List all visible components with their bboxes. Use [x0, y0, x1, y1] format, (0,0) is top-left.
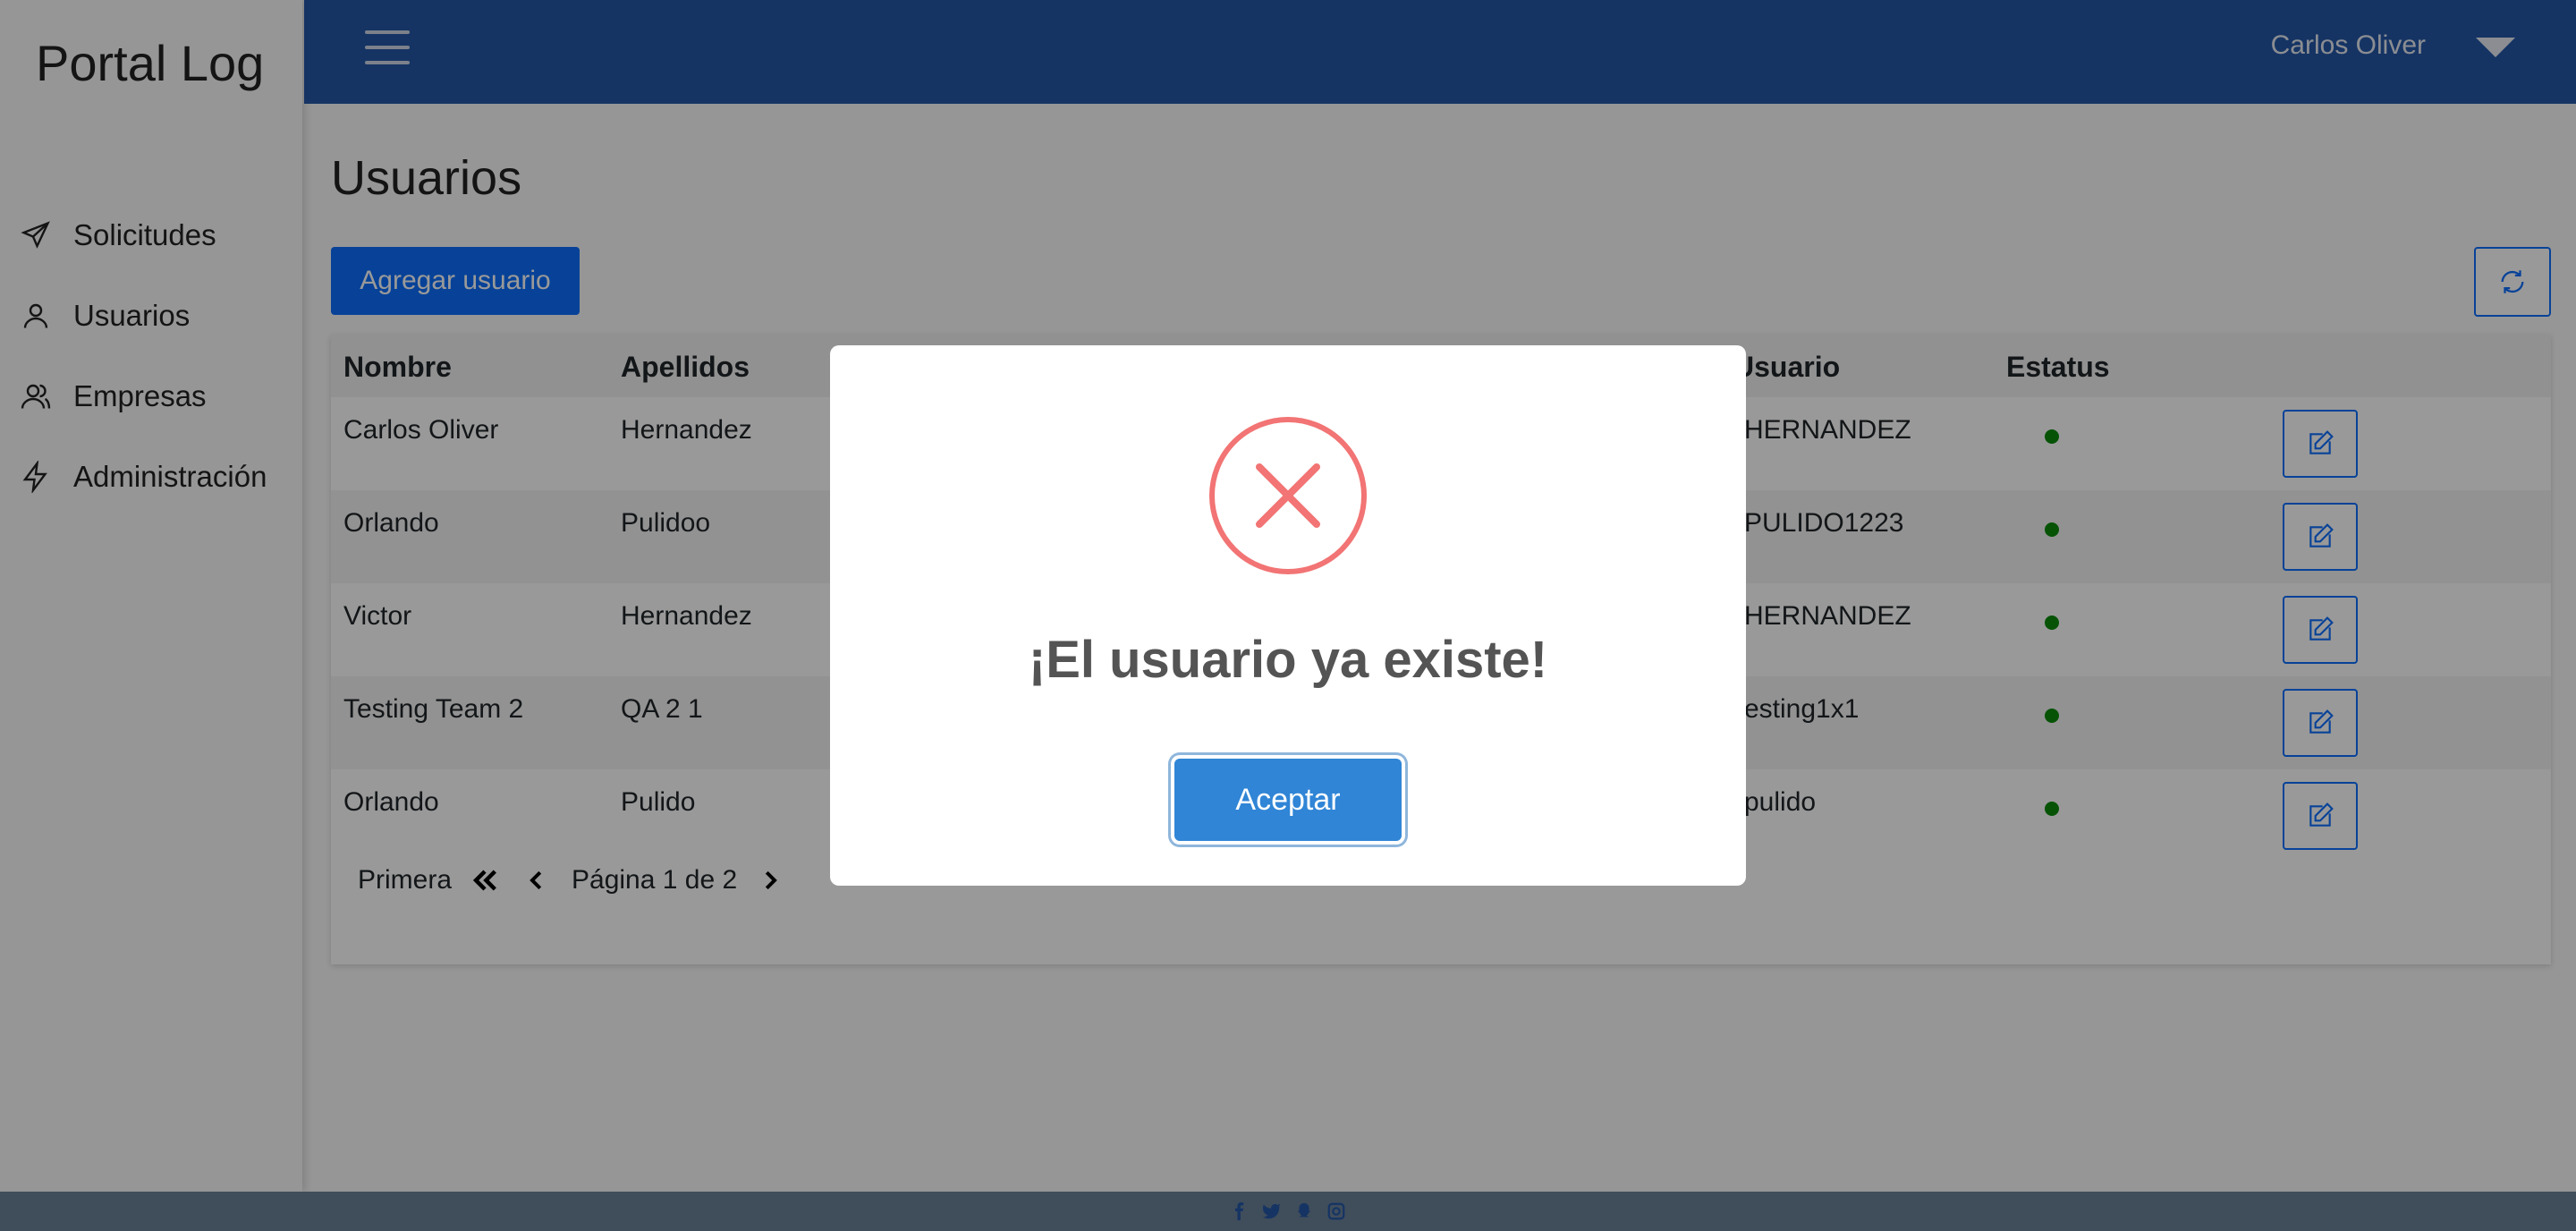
- accept-button[interactable]: Aceptar: [1174, 759, 1402, 841]
- error-x-icon: [1209, 417, 1367, 574]
- alert-dialog: ¡El usuario ya existe! Aceptar: [830, 345, 1746, 886]
- dialog-title: ¡El usuario ya existe!: [1028, 631, 1548, 689]
